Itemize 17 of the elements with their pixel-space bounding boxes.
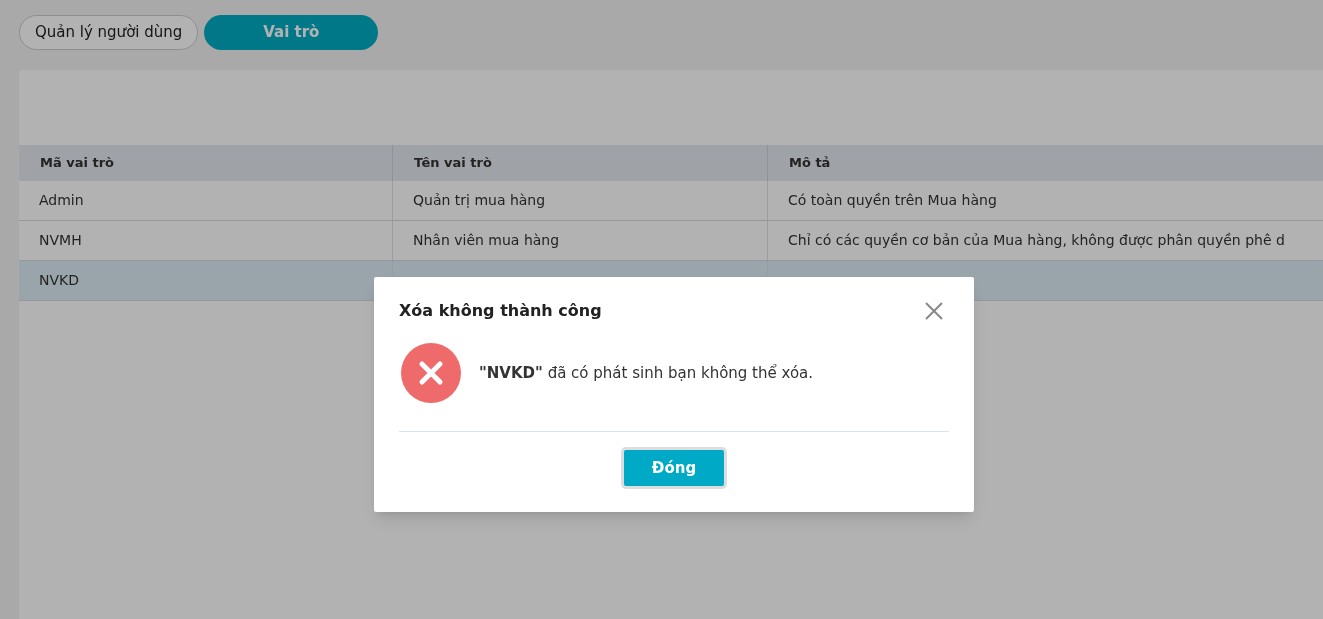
table-cell-text: Quản trị mua hàng	[413, 191, 546, 210]
column-header: Mã vai trò	[40, 154, 115, 173]
tab[interactable]: Quản lý người dùng	[19, 15, 199, 50]
dialog-message: "NVKD" đã có phát sinh bạn không thể xóa.	[479, 362, 814, 384]
table-row[interactable]: NVMH Nhân viên mua hàng Chỉ có các quyền cơ bản của Mua hàng, không được phân quyền phê d	[19, 221, 1323, 261]
column-header: Tên vai trò	[414, 154, 492, 173]
table-cell-text: NVKD	[39, 271, 79, 290]
table-cell-text: Chỉ có các quyền cơ bản của Mua hàng, không được phân quyền phê d	[788, 231, 1285, 250]
table-cell-text: Admin	[39, 191, 84, 210]
table-row[interactable]: Admin Quản trị mua hàng Có toàn quyền trên Mua hàng	[19, 181, 1323, 221]
dialog-title: Xóa không thành công	[399, 300, 602, 322]
table-cell-text: Có toàn quyền trên Mua hàng	[788, 191, 997, 210]
column-header: Mô tả	[789, 154, 831, 173]
table-cell-text: NVMH	[39, 231, 82, 250]
table-cell-text: Nhân viên mua hàng	[413, 231, 560, 250]
error-icon	[401, 343, 461, 403]
close-icon[interactable]	[924, 301, 944, 321]
